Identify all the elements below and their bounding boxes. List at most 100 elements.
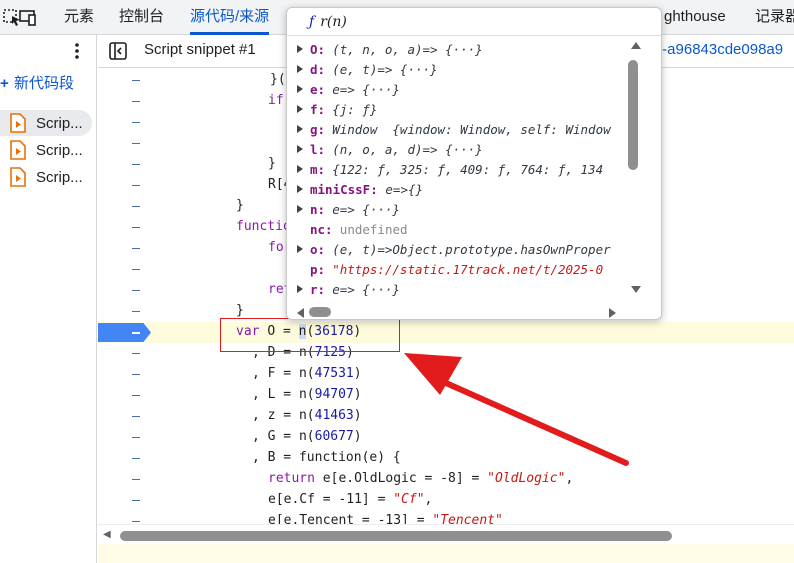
editor-file-tab[interactable]: Script snippet #1 [144, 41, 256, 58]
scroll-down-icon[interactable] [631, 286, 641, 293]
editor-file-tab-2[interactable]: t-a96843cde098a9 [658, 41, 783, 58]
snippets-sidebar: + 新代码段 Scrip... Scrip... Scrip... [0, 35, 97, 563]
snippet-item[interactable]: Scrip... [0, 110, 92, 136]
snippet-item[interactable]: Scrip... [0, 164, 92, 190]
code-text: if [268, 93, 284, 108]
expand-triangle-icon[interactable] [297, 205, 303, 213]
scroll-right-icon[interactable] [609, 308, 616, 318]
expand-triangle-icon[interactable] [297, 245, 303, 253]
snippet-item[interactable]: Scrip... [0, 137, 92, 163]
tab-elements[interactable]: 元素 [64, 0, 94, 35]
code-token: G [267, 429, 276, 444]
code-text: , G = n(60677) [252, 429, 362, 444]
property-row[interactable]: m: {122: ƒ, 325: ƒ, 409: ƒ, 764: ƒ, 134 [287, 160, 627, 180]
expand-triangle-icon[interactable] [297, 165, 303, 173]
status-bar [98, 544, 794, 563]
snippet-file-icon [10, 167, 26, 187]
expand-triangle-icon[interactable] [297, 185, 303, 193]
code-token: } [236, 198, 244, 213]
property-row[interactable]: f: {j: ƒ} [287, 100, 627, 120]
tab-sources[interactable]: 源代码/来源 [190, 0, 270, 35]
object-properties-list: O: (t, n, o, a)=> {···} d: (e, t)=> {···} e:… [287, 40, 627, 305]
code-token: if [268, 93, 284, 108]
line-marker [132, 416, 140, 417]
scroll-left-icon[interactable] [297, 308, 304, 318]
code-token: e[e.Tencent = -13] = [268, 513, 433, 524]
popover-title: r(n) [320, 14, 347, 30]
property-value: {j: ƒ} [332, 102, 378, 117]
property-row[interactable]: d: (e, t)=> {···} [287, 60, 627, 80]
tab-lighthouse[interactable]: ghthouse [664, 0, 726, 35]
expand-triangle-icon[interactable] [297, 285, 303, 293]
line-marker [132, 185, 140, 186]
property-row[interactable]: miniCssF: e=>{} [287, 180, 627, 200]
code-token: , [565, 471, 574, 486]
property-key: o: [310, 242, 326, 257]
scroll-up-icon[interactable] [631, 42, 641, 49]
scrollbar-thumb[interactable] [309, 307, 331, 317]
property-key: d: [310, 62, 326, 77]
line-marker [132, 227, 140, 228]
breakpoint-marker[interactable] [98, 323, 151, 342]
property-row[interactable]: nc: undefined [287, 220, 627, 240]
line-marker [132, 458, 140, 459]
snippet-file-icon [10, 113, 26, 133]
scrollbar-thumb[interactable] [120, 531, 672, 541]
code-text: , F = n(47531) [252, 366, 362, 381]
expand-triangle-icon[interactable] [297, 125, 303, 133]
property-key: nc: [310, 222, 333, 237]
expand-triangle-icon[interactable] [297, 85, 303, 93]
code-token: e[e.Cf = -11] = [268, 492, 394, 507]
code-token: z [267, 408, 276, 423]
property-row[interactable]: o: (e, t)=>Object.prototype.hasOwnProper [287, 240, 627, 260]
property-row[interactable]: n: e=> {···} [287, 200, 627, 220]
toggle-navigator-icon[interactable] [109, 42, 127, 60]
more-options-icon[interactable] [69, 41, 85, 61]
line-marker [132, 353, 140, 354]
property-key: n: [310, 202, 326, 217]
code-line: return e[e.OldLogic = -8] = "OldLogic", [98, 469, 794, 490]
code-token: 60677 [314, 429, 354, 444]
property-key: f: [310, 102, 326, 117]
plus-icon: + [0, 75, 9, 92]
expand-triangle-icon[interactable] [297, 65, 303, 73]
expand-triangle-icon[interactable] [297, 145, 303, 153]
property-row[interactable]: g: Window {window: Window, self: Window [287, 120, 627, 140]
device-toolbar-icon[interactable] [17, 7, 37, 27]
property-value: e=> {···} [332, 282, 400, 297]
property-row[interactable]: e: e=> {···} [287, 80, 627, 100]
code-token: } [268, 156, 276, 171]
property-row[interactable]: p: "https://static.17track.net/t/2025-0 [287, 260, 627, 280]
code-token: 41463 [314, 408, 354, 423]
tab-console[interactable]: 控制台 [119, 0, 164, 35]
property-row[interactable]: l: (n, o, a, d)=> {···} [287, 140, 627, 160]
editor-horizontal-scrollbar[interactable]: ◀ [98, 524, 794, 544]
property-row[interactable]: r: e=> {···} [287, 280, 627, 300]
code-token: e[e.OldLogic = -8] = [314, 471, 488, 486]
expand-triangle-icon[interactable] [297, 45, 303, 53]
code-text: , L = n(94707) [252, 387, 362, 402]
code-token: 47531 [314, 366, 354, 381]
property-key: e: [310, 82, 326, 97]
code-text: functio [236, 219, 291, 234]
code-token: return [268, 471, 315, 486]
line-marker [132, 101, 140, 102]
popover-vertical-scrollbar[interactable] [627, 40, 647, 308]
code-token: L [267, 387, 276, 402]
tab-recorder[interactable]: 记录器 [755, 0, 794, 35]
code-token: , B = function(e) { [252, 450, 401, 465]
line-marker [132, 290, 140, 291]
new-snippet-button[interactable]: + 新代码段 [0, 73, 74, 95]
scrollbar-thumb[interactable] [628, 60, 638, 170]
property-value: Window {window: Window, self: Window [332, 122, 611, 137]
snippet-file-icon [10, 140, 26, 160]
line-marker [132, 437, 140, 438]
scroll-left-icon[interactable]: ◀ [103, 529, 111, 540]
line-marker [132, 269, 140, 270]
code-text: e[e.Cf = -11] = "Cf", [268, 492, 432, 507]
expand-triangle-icon[interactable] [297, 105, 303, 113]
line-marker [132, 164, 140, 165]
popover-horizontal-scrollbar[interactable] [287, 304, 627, 319]
property-row[interactable]: O: (t, n, o, a)=> {···} [287, 40, 627, 60]
code-text: } [236, 303, 244, 318]
